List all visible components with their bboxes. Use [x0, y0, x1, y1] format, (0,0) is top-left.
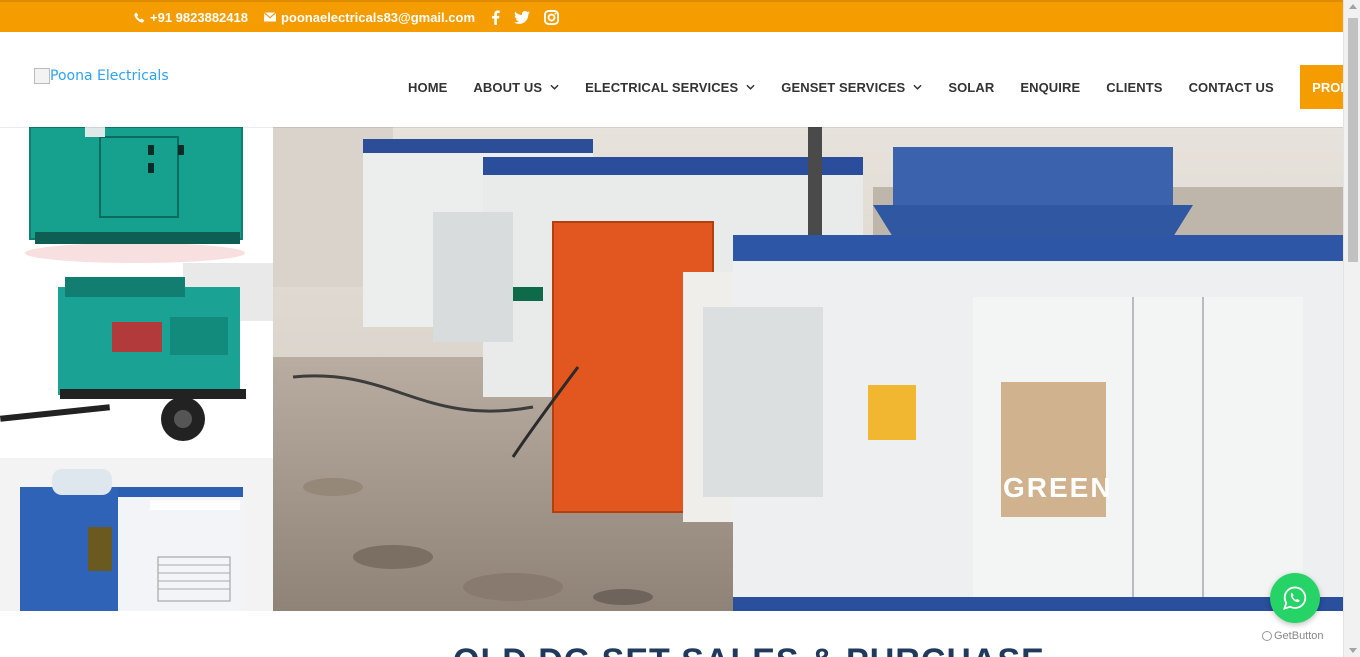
page: +91 9823882418 poonaelectricals83@gmail.… — [0, 0, 1343, 657]
phone-text: +91 9823882418 — [150, 9, 248, 25]
page-scrollbar[interactable] — [1343, 0, 1360, 657]
phone-icon — [134, 12, 145, 23]
profile-button[interactable]: PROFILE — [1299, 65, 1343, 109]
genset-thumbnails — [0, 127, 273, 611]
chevron-down-icon — [550, 84, 559, 90]
getbutton-credit[interactable]: GetButton — [1262, 630, 1324, 642]
instagram-icon[interactable] — [544, 9, 559, 25]
nav-about-us[interactable]: ABOUT US — [473, 80, 559, 95]
nav-clients[interactable]: CLIENTS — [1106, 80, 1162, 95]
whatsapp-button[interactable] — [1270, 573, 1320, 623]
nav-contact-us[interactable]: CONTACT US — [1189, 80, 1274, 95]
chevron-down-icon — [746, 84, 755, 90]
nav-contact-us-label: CONTACT US — [1188, 79, 1274, 95]
getbutton-label: GetButton — [1274, 630, 1324, 642]
nav-clients-label: CLIENTS — [1106, 79, 1163, 95]
site-logo[interactable]: Poona Electricals — [34, 68, 169, 84]
social-links — [491, 9, 573, 25]
email-text: poonaelectricals83@gmail.com — [280, 9, 475, 25]
nav-solar[interactable]: SOLAR — [948, 80, 994, 95]
hero-banner: GREEN — [0, 127, 1343, 611]
nav-enquire[interactable]: ENQUIRE — [1020, 80, 1080, 95]
envelope-icon — [263, 12, 276, 22]
nav-electrical-services[interactable]: ELECTRICAL SERVICES — [585, 80, 755, 95]
scroll-down-arrow-icon[interactable] — [1349, 648, 1357, 653]
generator-site-photo: GREEN — [273, 127, 1343, 611]
phone-link[interactable]: +91 9823882418 — [134, 10, 248, 25]
whatsapp-icon — [1283, 586, 1307, 610]
nav-electrical-services-label: ELECTRICAL SERVICES — [585, 79, 739, 95]
nav-home[interactable]: HOME — [408, 80, 447, 95]
scrollbar-thumb[interactable] — [1348, 18, 1358, 262]
svg-text:GREEN: GREEN — [1003, 472, 1113, 503]
facebook-icon[interactable] — [491, 9, 500, 25]
chevron-down-icon — [913, 84, 922, 90]
top-bar: +91 9823882418 poonaelectricals83@gmail.… — [0, 0, 1343, 32]
nav-about-us-label: ABOUT US — [473, 79, 543, 95]
profile-button-label: PROFILE — [1312, 79, 1343, 95]
nav-enquire-label: ENQUIRE — [1020, 79, 1081, 95]
broken-image-icon — [34, 68, 50, 84]
twitter-icon[interactable] — [514, 10, 530, 24]
getbutton-logo-icon — [1262, 631, 1272, 641]
nav-genset-services[interactable]: GENSET SERVICES — [781, 80, 922, 95]
email-link[interactable]: poonaelectricals83@gmail.com — [263, 9, 475, 25]
nav-solar-label: SOLAR — [948, 79, 995, 95]
section-heading: OLD DG SET SALES & PURCHASE — [453, 642, 1045, 657]
nav-genset-services-label: GENSET SERVICES — [781, 79, 906, 95]
main-nav: HOME ABOUT US ELECTRICAL SERVICES GENSET… — [408, 65, 1343, 109]
nav-home-label: HOME — [408, 79, 448, 95]
logo-alt-text: Poona Electricals — [50, 68, 169, 84]
genset-collage-image — [0, 127, 273, 611]
site-header: Poona Electricals HOME ABOUT US ELECTRIC… — [0, 32, 1343, 127]
scroll-up-arrow-icon[interactable] — [1349, 4, 1357, 9]
